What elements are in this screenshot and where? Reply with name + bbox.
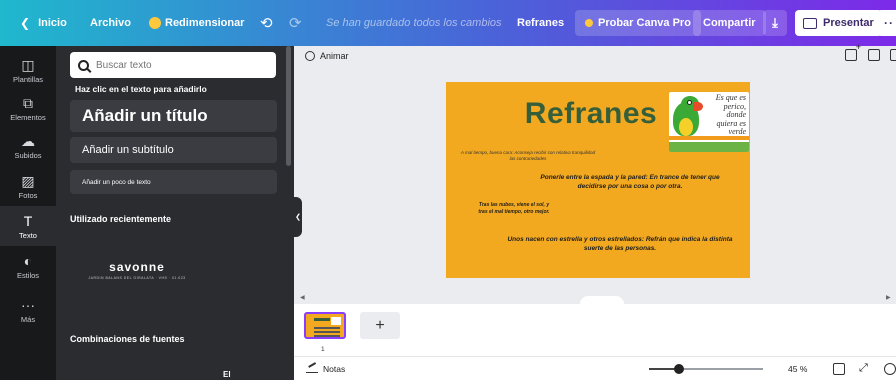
rail-item-templates[interactable]: ◫ Plantillas — [0, 50, 56, 90]
panel-hint: Haz clic en el texto para añadirlo — [75, 84, 207, 94]
resize-label: Redimensionar — [165, 17, 245, 29]
slide-title[interactable]: Refranes — [516, 97, 666, 131]
search-box[interactable] — [70, 52, 276, 78]
slide-text-line1[interactable]: Ponerle entre la espada y la pared: En t… — [530, 173, 730, 191]
recent-section-title: Utilizado recientemente — [70, 214, 172, 224]
animate-button[interactable]: Animar — [320, 51, 349, 61]
canvas-toolbar: Animar — [294, 42, 896, 66]
rail-item-label: Plantillas — [12, 74, 43, 84]
add-body-text-button[interactable]: Añadir un poco de texto — [70, 170, 277, 194]
search-input[interactable] — [96, 59, 256, 71]
rail-item-label: Elementos — [10, 112, 46, 122]
add-page-button[interactable]: + — [360, 312, 400, 339]
duplicate-page-icon[interactable] — [868, 49, 880, 61]
chevron-left-icon: ❮ — [20, 16, 31, 30]
recent-font-tagline: JARDIN BALANS DEL GIRALATA · VHS · 01.02… — [88, 276, 186, 280]
slide-text-line3[interactable]: Unos nacen con estrella y otros estrella… — [500, 235, 740, 253]
rail-item-label: Estilos — [16, 270, 40, 280]
rail-item-styles[interactable]: ◐ Estilos — [0, 246, 56, 286]
share-button[interactable]: Compartir — [693, 10, 766, 36]
upload-cloud-icon: ☁ — [21, 132, 35, 149]
text-icon: T — [23, 212, 33, 229]
presentation-icon — [803, 17, 817, 29]
document-title[interactable]: Refranes — [517, 17, 564, 29]
zoom-slider-handle[interactable] — [674, 363, 684, 374]
page-thumbnail[interactable] — [304, 312, 346, 339]
page-number: 1 — [321, 346, 325, 353]
recent-font-preview[interactable]: savonne JARDIN BALANS DEL GIRALATA · VHS… — [82, 260, 192, 280]
animate-icon — [305, 51, 315, 61]
page-strip-toggle[interactable] — [580, 296, 624, 304]
parrot-caption: Es que es perico, donde quiera es verde — [715, 93, 746, 136]
text-panel: Haz clic en el texto para añadirlo Añadi… — [56, 46, 294, 380]
try-pro-button[interactable]: Probar Canva Pro — [575, 10, 701, 36]
left-rail: ◫ Plantillas ⧉ Elementos ☁ Subidos ▨ Fot… — [0, 46, 56, 380]
rail-item-elements[interactable]: ⧉ Elementos — [0, 88, 56, 128]
combos-section-title: Combinaciones de fuentes — [70, 334, 185, 344]
add-heading-button[interactable]: Añadir un título — [70, 100, 277, 132]
more-options-button[interactable]: ·· — [877, 10, 896, 36]
add-subheading-button[interactable]: Añadir un subtítulo — [70, 137, 277, 163]
page-strip: 1 + — [294, 304, 896, 356]
rail-item-text[interactable]: T Texto — [0, 206, 56, 246]
home-label: Inicio — [38, 17, 67, 29]
palette-icon: ◐ — [23, 252, 33, 269]
present-button[interactable]: Presentar — [795, 10, 882, 36]
notes-icon — [306, 364, 318, 373]
slide-text-small[interactable]: A mal tiempo, buena cara: Aconseja recib… — [458, 150, 598, 162]
home-button[interactable]: ❮ Inicio — [20, 16, 67, 30]
rail-item-label: Texto — [19, 230, 37, 240]
rail-item-uploads[interactable]: ☁ Subidos — [0, 126, 56, 166]
photos-icon: ▨ — [21, 172, 35, 189]
zoom-level[interactable]: 45 % — [788, 364, 807, 374]
page-view-icon[interactable] — [833, 362, 845, 375]
add-page-icon[interactable] — [845, 42, 861, 61]
slide-text-line2[interactable]: Tras las nubes, viene el sol, y tras el … — [474, 202, 554, 216]
chevron-left-icon: ❮ — [295, 214, 301, 221]
recent-font-name: savonne — [109, 260, 165, 274]
crown-icon — [149, 17, 161, 29]
rail-item-label: Subidos — [14, 150, 42, 160]
panel-scrollbar[interactable] — [286, 46, 291, 166]
crown-icon — [585, 19, 593, 27]
rail-item-more[interactable]: ··· Más — [0, 290, 56, 330]
file-menu-button[interactable]: Archivo — [90, 17, 131, 29]
delete-page-icon[interactable] — [890, 49, 896, 61]
undo-icon[interactable]: ⟲ — [260, 14, 273, 32]
notes-button[interactable]: Notas — [323, 364, 345, 374]
collapse-panel-button[interactable]: ❮ — [294, 197, 302, 237]
templates-icon: ◫ — [21, 56, 35, 73]
zoom-slider[interactable] — [649, 363, 763, 374]
top-toolbar: ❮ Inicio Archivo Redimensionar ⟲ ⟳ Se ha… — [0, 0, 896, 46]
help-icon[interactable] — [884, 362, 896, 375]
parrot-image[interactable]: Es que es perico, donde quiera es verde — [669, 92, 749, 152]
slide-canvas[interactable]: Refranes Es que es perico, donde quiera … — [446, 82, 750, 278]
scroll-left-icon[interactable]: ◀ — [300, 294, 305, 301]
fullscreen-icon[interactable]: ⤢ — [859, 362, 868, 375]
resize-button[interactable]: Redimensionar — [149, 17, 244, 29]
download-icon[interactable]: ⤓ — [763, 10, 787, 36]
combo-preview[interactable]: El — [223, 370, 231, 379]
more-dots-icon: ··· — [21, 296, 35, 313]
rail-item-label: Más — [20, 314, 36, 324]
scroll-right-icon[interactable]: ▶ — [886, 294, 891, 301]
redo-icon[interactable]: ⟳ — [289, 14, 302, 32]
search-icon — [78, 59, 89, 71]
rail-item-photos[interactable]: ▨ Fotos — [0, 166, 56, 206]
try-pro-label: Probar Canva Pro — [598, 17, 691, 29]
rail-item-label: Fotos — [18, 190, 38, 200]
elements-icon: ⧉ — [23, 94, 33, 111]
present-label: Presentar — [823, 17, 874, 29]
save-status: Se han guardado todos los cambios — [326, 17, 502, 29]
editor-footer: Notas 45 % ⤢ — [294, 356, 896, 380]
